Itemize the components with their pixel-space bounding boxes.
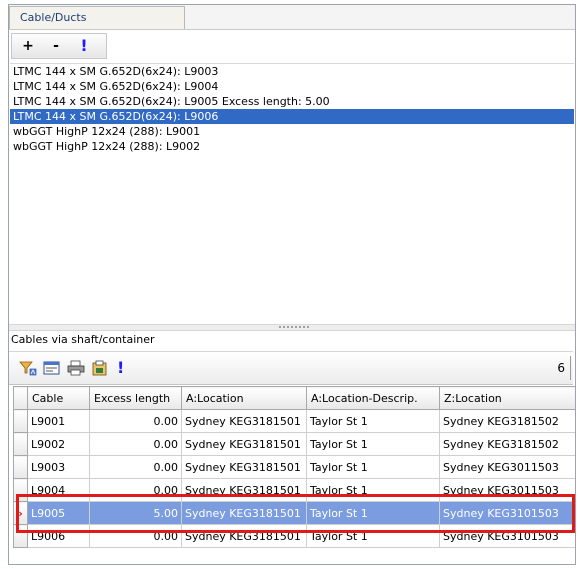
column-header-a-location-descrip[interactable]: A:Location-Descrip. [306,386,440,410]
cell-z-location[interactable]: Sydney KEG3011503 [439,455,575,479]
cables-grid: Cable Excess length A:Location A:Locatio… [13,386,575,564]
cell-cable[interactable]: L9004 [27,478,90,502]
cell-excess-length[interactable]: 0.00 [89,409,182,433]
cell-excess-length[interactable]: 5.00 [89,501,182,525]
cell-a-location-descrip[interactable]: Taylor St 1 [306,501,440,525]
row-indicator[interactable] [13,478,28,502]
cell-a-location-descrip[interactable]: Taylor St 1 [306,524,440,548]
cell-cable[interactable]: L9002 [27,432,90,456]
cable-ducts-panel: Cable/Ducts + - ! LTMC 144 x SM G.652D(6… [8,4,576,565]
cell-z-location[interactable]: Sydney KEG3181502 [439,409,575,433]
grid-toolbar: ! 6 [9,351,573,385]
cell-a-location-descrip[interactable]: Taylor St 1 [306,409,440,433]
alert-button[interactable]: ! [74,37,94,55]
cell-excess-length[interactable]: 0.00 [89,478,182,502]
grip-icon [279,326,309,331]
tab-cable-ducts[interactable]: Cable/Ducts [9,6,185,29]
cell-z-location[interactable]: Sydney KEG3011503 [439,478,575,502]
cell-cable[interactable]: L9001 [27,409,90,433]
cable-list-item[interactable]: wbGGT HighP 12x24 (288): L9002 [10,139,574,154]
row-indicator[interactable] [13,455,28,479]
cable-list-item[interactable]: LTMC 144 x SM G.652D(6x24): L9006 [10,109,574,124]
row-indicator[interactable] [13,409,28,433]
filter-icon[interactable] [19,360,37,376]
cable-list[interactable]: LTMC 144 x SM G.652D(6x24): L9003 LTMC 14… [10,63,574,326]
cell-z-location[interactable]: Sydney KEG3181502 [439,432,575,456]
cable-list-item[interactable]: LTMC 144 x SM G.652D(6x24): L9003 [10,64,574,79]
column-header-excess-length[interactable]: Excess length [89,386,182,410]
row-indicator[interactable] [13,524,28,548]
row-indicator[interactable] [13,432,28,456]
cell-cable[interactable]: L9005 [27,501,90,525]
print-icon[interactable] [67,360,85,376]
cable-list-item[interactable]: LTMC 144 x SM G.652D(6x24): L9004 [10,79,574,94]
cable-count: 6 [557,361,565,375]
table-row[interactable]: L9001 0.00 Sydney KEG3181501 Taylor St 1 Syd… [13,409,575,433]
cable-toolbar: + - ! [11,33,107,59]
column-header-a-location[interactable]: A:Location [181,386,307,410]
alert-icon[interactable]: ! [117,358,135,377]
cell-z-location[interactable]: Sydney KEG3101503 [439,524,575,548]
cell-excess-length[interactable]: 0.00 [89,432,182,456]
splitter-handle[interactable] [9,324,575,331]
layout-icon[interactable] [43,360,61,376]
cell-a-location[interactable]: Sydney KEG3181501 [181,409,307,433]
column-header-cable[interactable]: Cable [27,386,90,410]
shaft-section-label: Cables via shaft/container [11,333,155,346]
remove-cable-button[interactable]: - [46,37,66,55]
column-header-z-location[interactable]: Z:Location [439,386,575,410]
table-row[interactable]: L9002 0.00 Sydney KEG3181501 Taylor St 1 Syd… [13,432,575,456]
table-row[interactable]: L9003 0.00 Sydney KEG3181501 Taylor St 1 Syd… [13,455,575,479]
add-cable-button[interactable]: + [18,37,38,55]
grid-header-row: Cable Excess length A:Location A:Locatio… [13,386,575,410]
tab-strip: Cable/Ducts [9,5,575,30]
cell-z-location[interactable]: Sydney KEG3101503 [439,501,575,525]
cell-a-location-descrip[interactable]: Taylor St 1 [306,432,440,456]
cable-list-item[interactable]: LTMC 144 x SM G.652D(6x24): L9005 Excess… [10,94,574,109]
cell-excess-length[interactable]: 0.00 [89,524,182,548]
row-indicator-header [13,386,28,410]
cable-list-item[interactable]: wbGGT HighP 12x24 (288): L9001 [10,124,574,139]
cell-a-location-descrip[interactable]: Taylor St 1 [306,478,440,502]
row-indicator[interactable]: › [13,501,28,525]
cell-a-location[interactable]: Sydney KEG3181501 [181,501,307,525]
table-row[interactable]: L9004 0.00 Sydney KEG3181501 Taylor St 1 Syd… [13,478,575,502]
toolbar-divider [570,356,571,380]
cell-excess-length[interactable]: 0.00 [89,455,182,479]
table-row[interactable]: L9006 0.00 Sydney KEG3181501 Taylor St 1 Syd… [13,524,575,548]
cell-a-location[interactable]: Sydney KEG3181501 [181,524,307,548]
export-icon[interactable] [91,360,109,376]
cell-cable[interactable]: L9003 [27,455,90,479]
cell-a-location-descrip[interactable]: Taylor St 1 [306,455,440,479]
cell-cable[interactable]: L9006 [27,524,90,548]
cell-a-location[interactable]: Sydney KEG3181501 [181,455,307,479]
cell-a-location[interactable]: Sydney KEG3181501 [181,432,307,456]
table-row[interactable]: › L9005 5.00 Sydney KEG3181501 Taylor St 1 Sy… [13,501,575,525]
cell-a-location[interactable]: Sydney KEG3181501 [181,478,307,502]
